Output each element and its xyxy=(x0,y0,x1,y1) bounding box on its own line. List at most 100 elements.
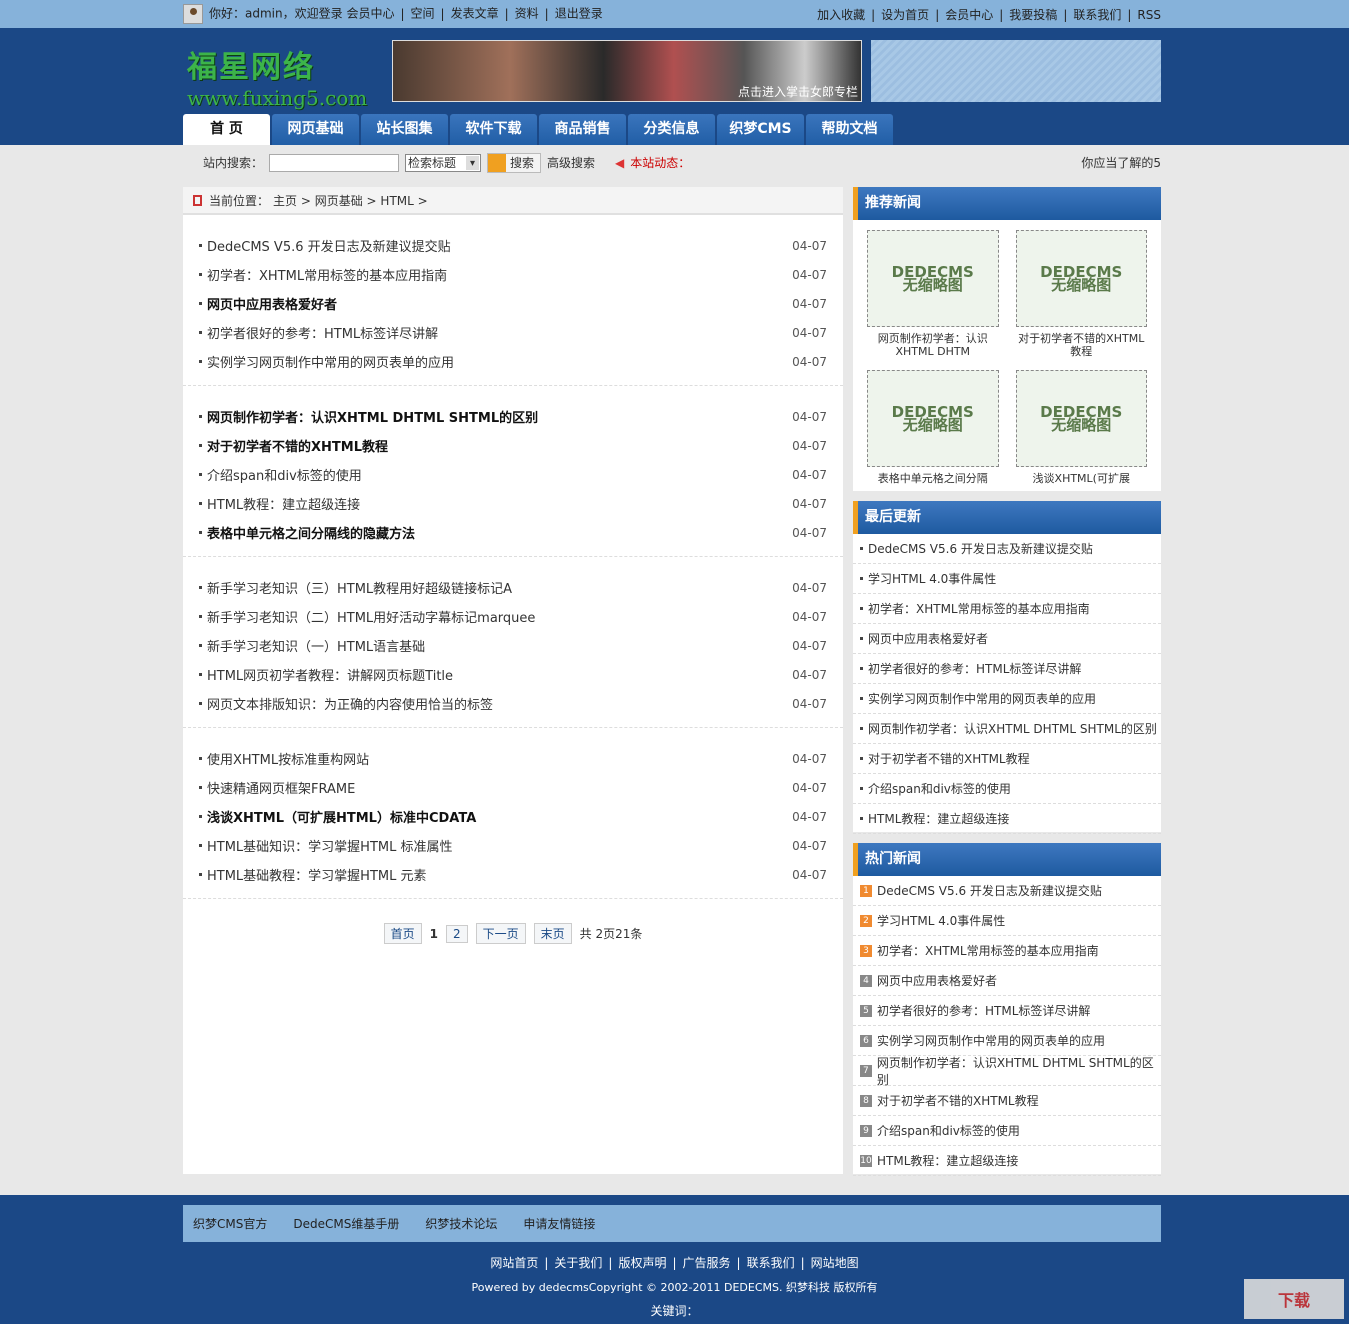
footer-nav-link[interactable]: 网站首页 xyxy=(490,1256,538,1270)
article-title[interactable]: 浅谈XHTML（可扩展HTML）标准中CDATA xyxy=(207,807,792,826)
recommend-item[interactable]: DEDECMS 无缩略图 浅谈XHTML(可扩展 xyxy=(1015,370,1148,485)
thumbnail-placeholder[interactable]: DEDECMS 无缩略图 xyxy=(1015,230,1147,327)
article-title[interactable]: 介绍span和div标签的使用 xyxy=(207,465,792,484)
article-row[interactable]: 网页制作初学者：认识XHTML DHTML SHTML的区别 04-07 xyxy=(183,402,843,431)
article-title[interactable]: 使用XHTML按标准重构网站 xyxy=(207,749,792,768)
hot-link[interactable]: 对于初学者不错的XHTML教程 xyxy=(877,1092,1039,1109)
hot-item[interactable]: 10 HTML教程：建立超级连接 xyxy=(853,1146,1161,1176)
article-row[interactable]: 表格中单元格之间分隔线的隐藏方法 04-07 xyxy=(183,518,843,547)
nav-tab[interactable]: 首 页 xyxy=(183,114,270,145)
article-title[interactable]: 表格中单元格之间分隔线的隐藏方法 xyxy=(207,523,792,542)
top-link[interactable]: 发表文章 xyxy=(451,7,499,21)
article-row[interactable]: HTML网页初学者教程：讲解网页标题Title 04-07 xyxy=(183,660,843,689)
article-row[interactable]: 使用XHTML按标准重构网站 04-07 xyxy=(183,744,843,773)
article-row[interactable]: 浅谈XHTML（可扩展HTML）标准中CDATA 04-07 xyxy=(183,802,843,831)
top-right-link[interactable]: RSS xyxy=(1137,8,1161,22)
hot-link[interactable]: 初学者：XHTML常用标签的基本应用指南 xyxy=(877,942,1099,959)
latest-link[interactable]: 初学者：XHTML常用标签的基本应用指南 xyxy=(868,600,1090,617)
article-title[interactable]: 初学者很好的参考：HTML标签详尽讲解 xyxy=(207,323,792,342)
footer-nav-link[interactable]: 关于我们 xyxy=(554,1256,602,1270)
thumbnail-placeholder[interactable]: DEDECMS 无缩略图 xyxy=(867,370,999,467)
hot-link[interactable]: 网页制作初学者：认识XHTML DHTML SHTML的区别 xyxy=(877,1054,1161,1088)
latest-item[interactable]: 学习HTML 4.0事件属性 xyxy=(853,564,1161,594)
hot-link[interactable]: 初学者很好的参考：HTML标签详尽讲解 xyxy=(877,1002,1090,1019)
article-title[interactable]: 新手学习老知识（一）HTML语言基础 xyxy=(207,636,792,655)
nav-tab[interactable]: 分类信息 xyxy=(628,114,715,145)
article-row[interactable]: HTML基础教程：学习掌握HTML 元素 04-07 xyxy=(183,860,843,889)
article-title[interactable]: 快速精通网页框架FRAME xyxy=(207,778,792,797)
hot-item[interactable]: 3 初学者：XHTML常用标签的基本应用指南 xyxy=(853,936,1161,966)
top-right-link[interactable]: 我要投稿 xyxy=(1009,8,1057,22)
article-title[interactable]: HTML网页初学者教程：讲解网页标题Title xyxy=(207,665,792,684)
recommend-caption[interactable]: 网页制作初学者：认识XHTML DHTM xyxy=(867,332,999,358)
nav-tab[interactable]: 商品销售 xyxy=(539,114,626,145)
footer-nav-link[interactable]: 联系我们 xyxy=(747,1256,795,1270)
hot-item[interactable]: 5 初学者很好的参考：HTML标签详尽讲解 xyxy=(853,996,1161,1026)
latest-item[interactable]: HTML教程：建立超级连接 xyxy=(853,804,1161,834)
latest-item[interactable]: 介绍span和div标签的使用 xyxy=(853,774,1161,804)
hot-item[interactable]: 8 对于初学者不错的XHTML教程 xyxy=(853,1086,1161,1116)
nav-tab[interactable]: 网页基础 xyxy=(272,114,359,145)
nav-tab[interactable]: 织梦CMS xyxy=(717,114,804,145)
thumbnail-placeholder[interactable]: DEDECMS 无缩略图 xyxy=(867,230,999,327)
friend-link[interactable]: DedeCMS维基手册 xyxy=(293,1215,399,1232)
latest-item[interactable]: DedeCMS V5.6 开发日志及新建议提交贴 xyxy=(853,534,1161,564)
latest-item[interactable]: 实例学习网页制作中常用的网页表单的应用 xyxy=(853,684,1161,714)
article-row[interactable]: 对于初学者不错的XHTML教程 04-07 xyxy=(183,431,843,460)
article-title[interactable]: 网页中应用表格爱好者 xyxy=(207,294,792,313)
breadcrumb-item[interactable]: 网页基础 xyxy=(315,194,363,208)
article-row[interactable]: 介绍span和div标签的使用 04-07 xyxy=(183,460,843,489)
latest-link[interactable]: DedeCMS V5.6 开发日志及新建议提交贴 xyxy=(868,540,1093,557)
page-first[interactable]: 首页 xyxy=(383,923,422,944)
article-row[interactable]: 网页中应用表格爱好者 04-07 xyxy=(183,289,843,318)
breadcrumb-item[interactable]: HTML xyxy=(380,194,413,208)
hot-item[interactable]: 4 网页中应用表格爱好者 xyxy=(853,966,1161,996)
article-row[interactable]: 新手学习老知识（三）HTML教程用好超级链接标记A 04-07 xyxy=(183,573,843,602)
news-marquee[interactable]: 你应当了解的5 xyxy=(1081,154,1161,171)
article-row[interactable]: 新手学习老知识（二）HTML用好活动字幕标记marquee 04-07 xyxy=(183,602,843,631)
article-row[interactable]: 网页文本排版知识：为正确的内容使用恰当的标签 04-07 xyxy=(183,689,843,718)
hot-link[interactable]: HTML教程：建立超级连接 xyxy=(877,1152,1018,1169)
latest-link[interactable]: 实例学习网页制作中常用的网页表单的应用 xyxy=(868,690,1096,707)
hot-link[interactable]: 介绍span和div标签的使用 xyxy=(877,1122,1020,1139)
latest-link[interactable]: 网页中应用表格爱好者 xyxy=(868,630,988,647)
latest-link[interactable]: 介绍span和div标签的使用 xyxy=(868,780,1011,797)
latest-item[interactable]: 网页制作初学者：认识XHTML DHTML SHTML的区别 xyxy=(853,714,1161,744)
page-last[interactable]: 末页 xyxy=(533,923,572,944)
top-link[interactable]: 资料 xyxy=(515,7,539,21)
top-right-link[interactable]: 设为首页 xyxy=(881,8,929,22)
hot-item[interactable]: 6 实例学习网页制作中常用的网页表单的应用 xyxy=(853,1026,1161,1056)
top-right-link[interactable]: 联系我们 xyxy=(1073,8,1121,22)
hot-link[interactable]: 网页中应用表格爱好者 xyxy=(877,972,997,989)
page-2[interactable]: 2 xyxy=(445,924,468,943)
footer-nav-link[interactable]: 广告服务 xyxy=(683,1256,731,1270)
friend-link[interactable]: 织梦CMS官方 xyxy=(193,1215,267,1232)
hot-item[interactable]: 1 DedeCMS V5.6 开发日志及新建议提交贴 xyxy=(853,876,1161,906)
top-right-link[interactable]: 会员中心 xyxy=(945,8,993,22)
article-title[interactable]: 对于初学者不错的XHTML教程 xyxy=(207,436,792,455)
recommend-caption[interactable]: 浅谈XHTML(可扩展 xyxy=(1016,472,1148,485)
article-title[interactable]: 新手学习老知识（三）HTML教程用好超级链接标记A xyxy=(207,578,792,597)
advanced-search-link[interactable]: 高级搜索 xyxy=(547,154,595,171)
article-row[interactable]: 新手学习老知识（一）HTML语言基础 04-07 xyxy=(183,631,843,660)
hot-link[interactable]: 学习HTML 4.0事件属性 xyxy=(877,912,1005,929)
site-logo[interactable]: 福星网络 www.fuxing5.com xyxy=(187,42,387,110)
latest-item[interactable]: 对于初学者不错的XHTML教程 xyxy=(853,744,1161,774)
latest-link[interactable]: 初学者很好的参考：HTML标签详尽讲解 xyxy=(868,660,1081,677)
article-row[interactable]: 实例学习网页制作中常用的网页表单的应用 04-07 xyxy=(183,347,843,376)
article-title[interactable]: HTML基础教程：学习掌握HTML 元素 xyxy=(207,865,792,884)
article-title[interactable]: 实例学习网页制作中常用的网页表单的应用 xyxy=(207,352,792,371)
hot-item[interactable]: 9 介绍span和div标签的使用 xyxy=(853,1116,1161,1146)
hot-link[interactable]: DedeCMS V5.6 开发日志及新建议提交贴 xyxy=(877,882,1102,899)
article-row[interactable]: 快速精通网页框架FRAME 04-07 xyxy=(183,773,843,802)
recommend-item[interactable]: DEDECMS 无缩略图网页制作初学者：认识XHTML DHTM xyxy=(867,230,999,358)
search-type-select[interactable]: 检索标题 xyxy=(405,153,482,172)
latest-item[interactable]: 初学者：XHTML常用标签的基本应用指南 xyxy=(853,594,1161,624)
article-title[interactable]: 初学者：XHTML常用标签的基本应用指南 xyxy=(207,265,792,284)
top-link[interactable]: 退出登录 xyxy=(555,7,603,21)
friend-link[interactable]: 织梦技术论坛 xyxy=(425,1215,497,1232)
top-link[interactable]: 会员中心 xyxy=(346,7,394,21)
top-right-link[interactable]: 加入收藏 xyxy=(817,8,865,22)
breadcrumb-item[interactable]: 主页 xyxy=(273,194,297,208)
nav-tab[interactable]: 软件下载 xyxy=(450,114,537,145)
